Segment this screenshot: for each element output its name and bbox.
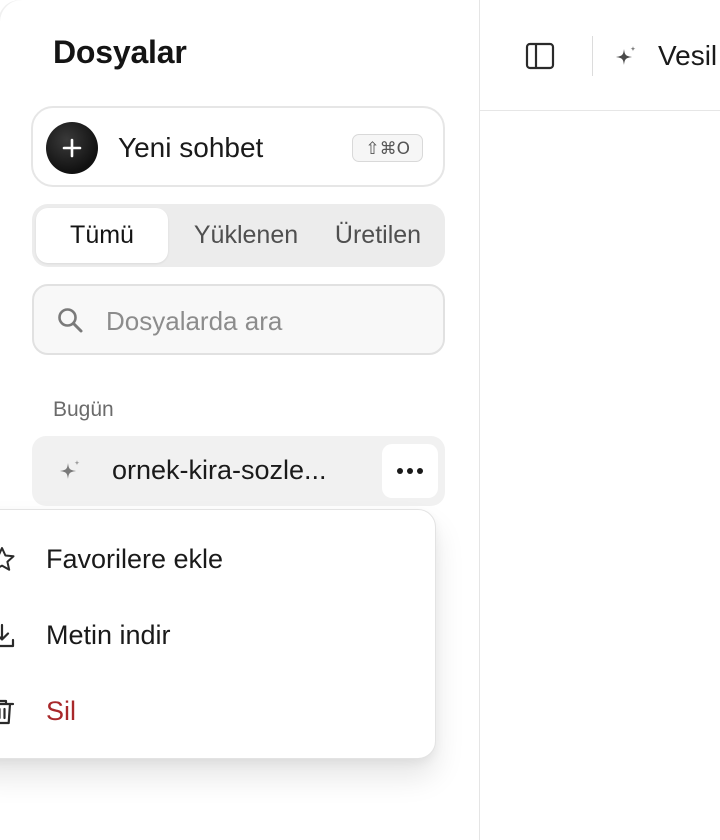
- new-chat-shortcut: ⇧⌘O: [352, 134, 423, 162]
- section-label-today: Bugün: [53, 398, 114, 421]
- tab-all[interactable]: Tümü: [36, 208, 168, 263]
- file-name: ornek-kira-sozle...: [112, 455, 327, 485]
- menu-label-download-text: Metin indir: [46, 620, 171, 650]
- search-icon: [56, 306, 84, 339]
- menu-item-delete[interactable]: Sil: [0, 679, 435, 743]
- new-chat-button[interactable]: Yeni sohbet ⇧⌘O: [31, 106, 445, 187]
- document-title: Vesil: [658, 40, 718, 71]
- menu-label-delete: Sil: [46, 696, 77, 726]
- sidebar-toggle-icon[interactable]: [524, 40, 556, 77]
- menu-item-add-favorite[interactable]: Favorilere ekle: [0, 527, 435, 591]
- download-icon: [0, 621, 17, 656]
- file-search-box: [32, 284, 445, 355]
- plus-icon: [46, 122, 98, 174]
- menu-label-add-favorite: Favorilere ekle: [46, 544, 224, 574]
- sparkle-icon: [612, 44, 640, 77]
- app-window: Dosyalar Yeni sohbet ⇧⌘O Tümü Yüklenen Ü…: [0, 0, 720, 840]
- sidebar-title: Dosyalar: [53, 34, 187, 70]
- more-options-button[interactable]: [382, 444, 438, 498]
- document-pane: Vesil: [480, 0, 720, 840]
- file-filter-tabs: Tümü Yüklenen Üretilen: [32, 204, 445, 267]
- ellipsis-icon: [397, 468, 423, 474]
- sparkle-icon: [56, 458, 84, 491]
- topbar-divider: [592, 36, 593, 76]
- document-topbar: Vesil: [480, 0, 720, 111]
- file-list-item[interactable]: ornek-kira-sozle...: [32, 436, 445, 506]
- tab-generated[interactable]: Üretilen: [318, 208, 438, 263]
- star-icon: [0, 545, 17, 580]
- files-sidebar: Dosyalar Yeni sohbet ⇧⌘O Tümü Yüklenen Ü…: [0, 0, 480, 840]
- trash-icon: [0, 697, 17, 732]
- tab-uploaded[interactable]: Yüklenen: [182, 208, 310, 263]
- file-search-input[interactable]: [104, 300, 428, 342]
- file-context-menu: Favorilere ekle Metin indir Sil: [0, 509, 436, 759]
- menu-item-download-text[interactable]: Metin indir: [0, 603, 435, 667]
- new-chat-label: Yeni sohbet: [118, 132, 264, 163]
